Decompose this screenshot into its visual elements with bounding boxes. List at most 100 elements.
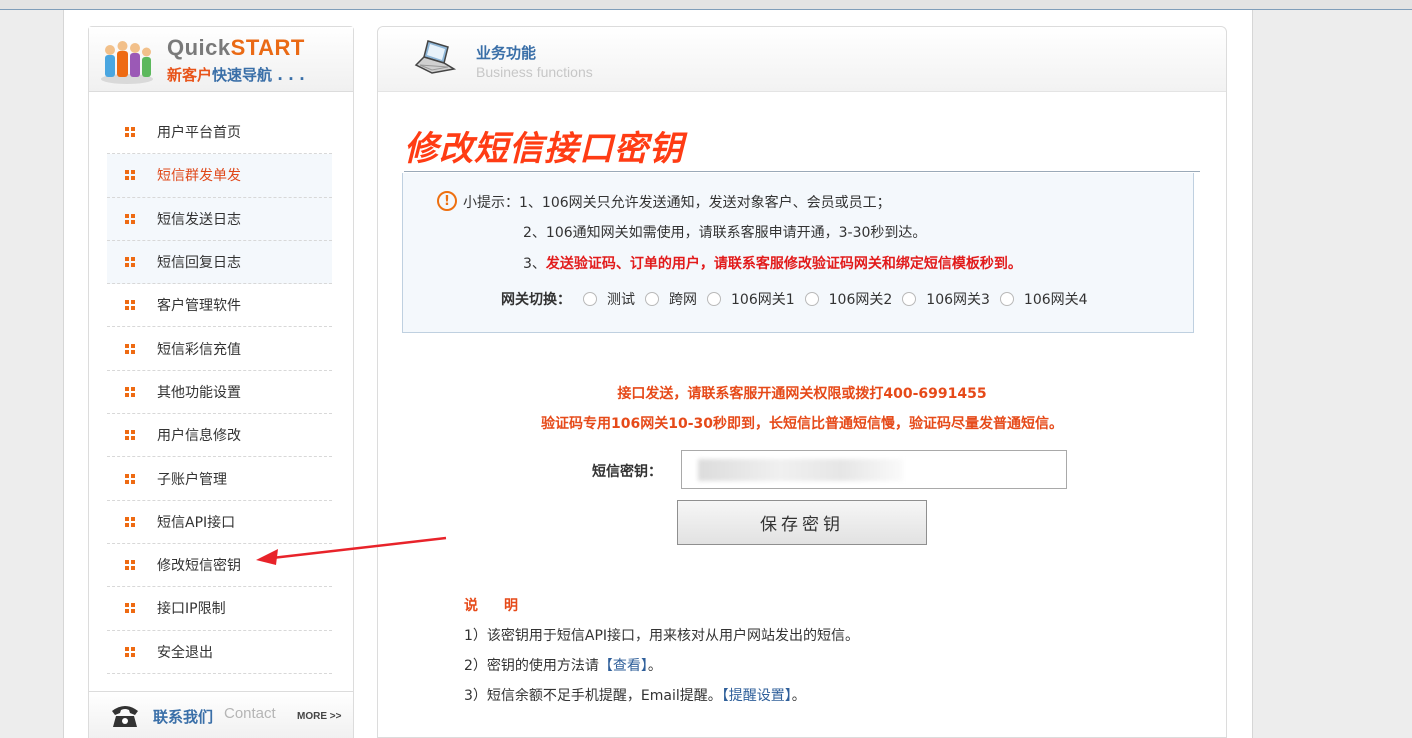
bullet-icon <box>125 603 135 614</box>
gateway-option-test[interactable]: 测试 <box>583 289 635 309</box>
title-divider <box>404 171 1200 172</box>
radio-button[interactable] <box>902 292 917 306</box>
gateway-option-label: 106网关2 <box>828 292 893 308</box>
sidebar-item-reply-log[interactable]: 短信回复日志 <box>107 240 332 285</box>
page-title: 修改短信接口密钥 <box>404 129 684 169</box>
gateway-option-label: 跨网 <box>669 292 697 308</box>
quickstart-subtitle: 新客户快速导航 . . . <box>167 64 305 85</box>
sidebar-item-label: 短信回复日志 <box>157 255 241 272</box>
contact-title: 联系我们 <box>153 708 214 726</box>
bullet-icon <box>125 300 135 311</box>
gateway-label: 网关切换： <box>501 292 571 308</box>
note-1: 1）该密钥用于短信API接口，用来核对从用户网站发出的短信。 <box>464 628 860 644</box>
bullet-icon <box>125 516 135 527</box>
sidebar-item-label: 安全退出 <box>157 644 213 661</box>
radio-button[interactable] <box>583 292 597 306</box>
quickstart-header: QuickSTART 新客户快速导航 . . . <box>89 27 353 92</box>
section-title: 业务功能 <box>476 44 537 62</box>
sidebar-item-crm[interactable]: 客户管理软件 <box>107 284 332 328</box>
more-link[interactable]: MORE >> <box>297 711 341 722</box>
brand-quick: Quick <box>167 35 231 60</box>
sidebar-item-label: 短信API接口 <box>157 514 236 531</box>
gateway-option-label: 106网关1 <box>731 292 795 308</box>
sidebar-item-label: 其他功能设置 <box>157 384 241 401</box>
sidebar-item-change-key[interactable]: 修改短信密钥 <box>107 544 332 588</box>
bullet-icon <box>125 560 135 571</box>
sidebar-item-home[interactable]: 用户平台首页 <box>107 111 332 155</box>
notice-line-1: 小提示：1、106网关只允许发送通知，发送对象客户、会员或员工； <box>463 195 891 211</box>
main-panel: 业务功能 Business functions 修改短信接口密钥 ! 小提示：1… <box>377 26 1227 738</box>
notice-line-2: 2、106通知网关如需使用，请联系客服申请开通，3-30秒到达。 <box>523 225 927 241</box>
note-3-suffix: 。 <box>791 688 806 704</box>
sidebar-item-label: 修改短信密钥 <box>157 558 241 575</box>
sidebar-item-recharge[interactable]: 短信彩信充值 <box>107 327 332 371</box>
note-2-suffix: 。 <box>647 658 662 674</box>
bullet-icon <box>125 386 135 397</box>
sidebar: QuickSTART 新客户快速导航 . . . 用户平台首页 短信群发单发 短… <box>88 26 354 738</box>
gateway-switch: 网关切换： 测试 跨网 106网关1 106网关2 106网关3 106网关4 <box>501 289 1098 309</box>
notice-line-3: 3、发送验证码、订单的用户，请联系客服修改验证码网关和绑定短信模板秒到。 <box>523 253 1022 273</box>
sidebar-item-ip-limit[interactable]: 接口IP限制 <box>107 587 332 631</box>
sidebar-item-user-info[interactable]: 用户信息修改 <box>107 414 332 458</box>
sidebar-item-logout[interactable]: 安全退出 <box>107 631 332 674</box>
sms-key-label: 短信密钥： <box>592 464 662 480</box>
bullet-icon <box>125 343 135 354</box>
brand-start: START <box>230 35 305 60</box>
reminder-settings-link[interactable]: 【提醒设置】 <box>722 688 792 704</box>
sidebar-item-other-settings[interactable]: 其他功能设置 <box>107 371 332 415</box>
sidebar-item-label: 短信发送日志 <box>157 211 241 228</box>
bullet-icon <box>125 430 135 441</box>
radio-button[interactable] <box>999 292 1014 306</box>
sidebar-menu: 用户平台首页 短信群发单发 短信发送日志 短信回复日志 客户管理软件 短信彩信充… <box>107 111 332 674</box>
gateway-option-106-1[interactable]: 106网关1 <box>707 289 795 309</box>
bullet-icon <box>125 213 135 224</box>
verification-code-info: 验证码专用106网关10-30秒即到，长短信比普通短信慢，验证码尽量发普通短信。 <box>541 416 1063 432</box>
telephone-icon <box>112 706 138 727</box>
gateway-option-106-2[interactable]: 106网关2 <box>804 289 893 309</box>
sidebar-item-sms-send[interactable]: 短信群发单发 <box>107 154 332 198</box>
note-3-text: 3）短信余额不足手机提醒，Email提醒。 <box>464 688 722 704</box>
contact-title-en: Contact <box>224 705 276 722</box>
notes-title: 说 明 <box>464 598 524 614</box>
api-contact-info: 接口发送，请联系客服开通网关权限或拨打400-6991455 <box>617 386 987 402</box>
sidebar-item-label: 短信群发单发 <box>157 168 241 185</box>
sidebar-item-label: 客户管理软件 <box>157 298 241 315</box>
warning-icon: ! <box>437 191 457 211</box>
gateway-option-label: 106网关4 <box>1023 292 1088 308</box>
sidebar-item-api[interactable]: 短信API接口 <box>107 501 332 544</box>
laptop-icon <box>414 40 457 74</box>
section-title-en: Business functions <box>476 64 593 80</box>
note-2-text: 2）密钥的使用方法请 <box>464 658 599 674</box>
sidebar-item-send-log[interactable]: 短信发送日志 <box>107 197 332 241</box>
sidebar-item-label: 接口IP限制 <box>157 601 226 618</box>
people-logo-icon <box>101 41 153 84</box>
bullet-icon <box>125 170 135 181</box>
bullet-icon <box>125 646 135 657</box>
radio-button[interactable] <box>804 292 819 306</box>
gateway-option-106-4[interactable]: 106网关4 <box>999 289 1088 309</box>
subtitle-guide: 快速导航 . . . <box>212 66 305 84</box>
bullet-icon <box>125 127 135 138</box>
quickstart-title: QuickSTART <box>167 35 305 61</box>
gateway-option-label: 106网关3 <box>926 292 990 308</box>
view-usage-link[interactable]: 【查看】 <box>599 658 648 674</box>
gateway-option-106-3[interactable]: 106网关3 <box>902 289 990 309</box>
notice-box: ! 小提示：1、106网关只允许发送通知，发送对象客户、会员或员工； 2、106… <box>402 173 1194 333</box>
contact-box: 联系我们 Contact MORE >> <box>88 691 354 738</box>
sidebar-item-label: 用户平台首页 <box>157 125 241 142</box>
radio-button[interactable] <box>645 292 659 306</box>
sidebar-item-label: 短信彩信充值 <box>157 341 241 358</box>
sms-key-input[interactable] <box>681 450 1067 489</box>
save-key-button[interactable]: 保存密钥 <box>677 500 927 545</box>
bullet-icon <box>125 257 135 268</box>
subtitle-new: 新客户 <box>167 66 213 84</box>
main-header: 业务功能 Business functions <box>378 27 1226 92</box>
sidebar-item-sub-accounts[interactable]: 子账户管理 <box>107 457 332 501</box>
radio-button[interactable] <box>707 292 721 306</box>
gateway-option-label: 测试 <box>607 292 635 308</box>
note-3: 3）短信余额不足手机提醒，Email提醒。【提醒设置】。 <box>464 685 806 705</box>
gateway-option-cross[interactable]: 跨网 <box>645 289 697 309</box>
notice-line-3-prefix: 3、 <box>523 256 546 272</box>
page-container: QuickSTART 新客户快速导航 . . . 用户平台首页 短信群发单发 短… <box>63 10 1253 738</box>
sidebar-item-label: 用户信息修改 <box>157 428 241 445</box>
